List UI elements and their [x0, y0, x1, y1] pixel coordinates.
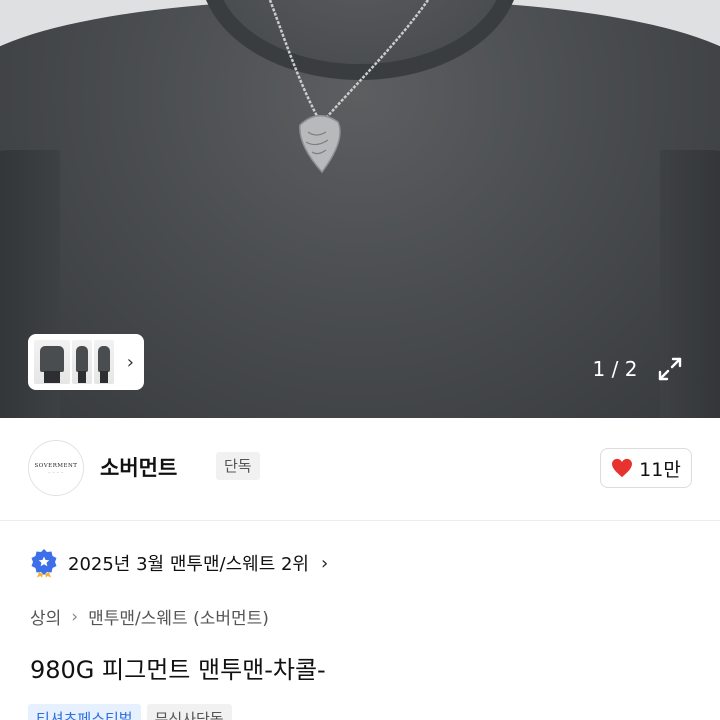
brand-logo-wordmark: SOVERMENT — [34, 462, 78, 469]
exclusive-badge: 단독 — [216, 452, 260, 480]
product-image-gallery[interactable]: › 1 / 2 — [0, 0, 720, 418]
like-button[interactable]: 11만 — [600, 448, 692, 488]
brand-logo[interactable]: SOVERMENT — — — — — [28, 440, 84, 496]
tag-festival[interactable]: 티셔츠페스티벌 — [28, 704, 141, 720]
breadcrumb: 상의 › 맨투맨/스웨트 (소버먼트) — [30, 604, 269, 630]
brand-logo-subline: — — — — — [48, 470, 64, 474]
breadcrumb-item-top[interactable]: 상의 — [30, 604, 61, 629]
chevron-right-icon[interactable]: › — [127, 352, 138, 373]
product-tags: 티셔츠페스티벌 무신사단독 — [28, 704, 232, 720]
heart-icon — [612, 458, 633, 478]
thumbnail-image[interactable] — [34, 340, 70, 384]
brand-name[interactable]: 소버먼트 — [100, 452, 177, 482]
section-divider — [0, 520, 720, 521]
ranking-text: 2025년 3월 맨투맨/스웨트 2위 — [68, 554, 309, 575]
thumbnail-image[interactable] — [94, 340, 114, 384]
brand-row: SOVERMENT — — — — 소버먼트 단독 11만 — [28, 440, 692, 496]
image-counter: 1 / 2 — [592, 357, 638, 381]
tag-exclusive[interactable]: 무신사단독 — [146, 704, 232, 720]
chevron-right-icon: › — [71, 606, 79, 627]
product-title: 980G 피그먼트 맨투맨-차콜- — [30, 656, 326, 684]
expand-icon[interactable] — [655, 354, 685, 384]
thumbnail-strip[interactable]: › — [28, 334, 144, 390]
like-count: 11만 — [639, 458, 681, 481]
medal-icon — [31, 549, 57, 578]
ranking-link[interactable]: 2025년 3월 맨투맨/스웨트 2위 › — [30, 546, 328, 580]
thumbnail-image[interactable] — [72, 340, 92, 384]
chevron-right-icon: › — [320, 552, 329, 574]
breadcrumb-item-category[interactable]: 맨투맨/스웨트 (소버먼트) — [88, 604, 269, 629]
